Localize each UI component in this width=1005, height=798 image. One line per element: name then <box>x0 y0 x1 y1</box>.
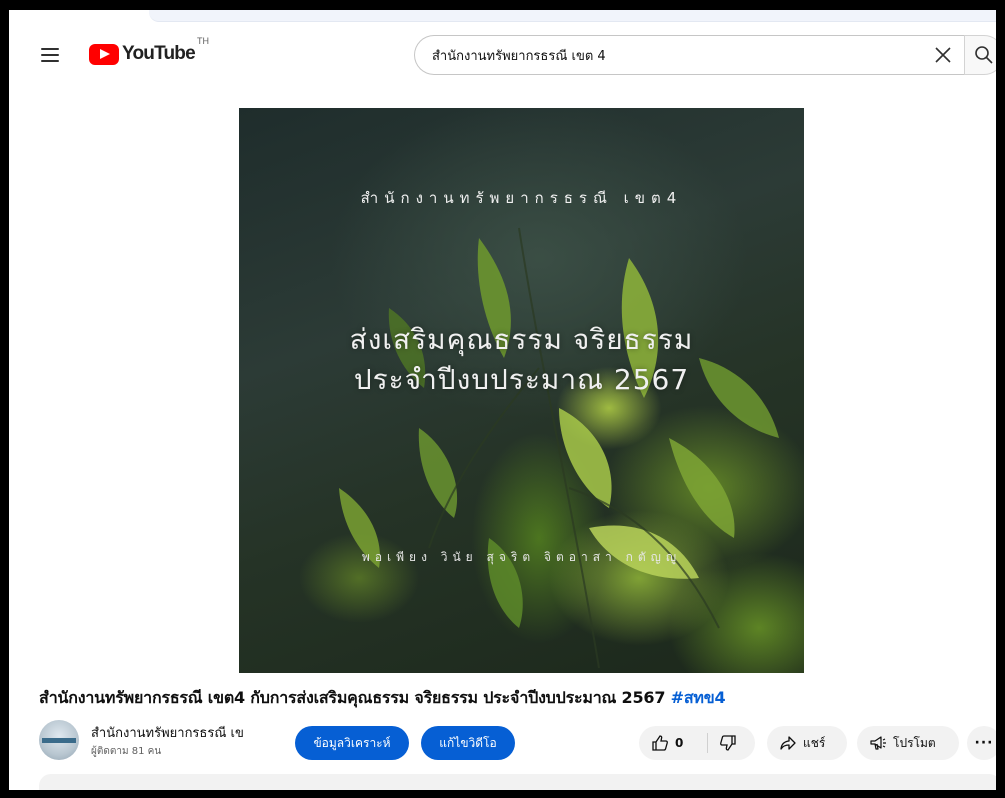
more-icon: ··· <box>974 735 994 751</box>
video-title-text: สำนักงานทรัพยากรธรณี เขต4 กับการส่งเสริม… <box>39 688 666 707</box>
channel-avatar[interactable] <box>39 720 79 760</box>
more-button[interactable]: ··· <box>967 726 996 760</box>
share-icon <box>780 736 796 750</box>
channel-name[interactable]: สำนักงานทรัพยากรธรณี เข <box>91 722 244 743</box>
edit-video-button[interactable]: แก้ไขวิดีโอ <box>421 726 515 760</box>
search-input[interactable] <box>432 47 902 63</box>
dislike-icon[interactable] <box>719 734 737 752</box>
logo-text: YouTube <box>122 43 196 64</box>
share-button[interactable]: แชร์ <box>767 726 847 760</box>
logo-region: TH <box>197 36 209 46</box>
thumbnail-headline-2: ประจำปีงบประมาณ 2567 <box>353 363 690 396</box>
video-player-thumbnail[interactable]: สำนักงานทรัพยากรธรณี เขต4 ส่งเสริมคุณธรร… <box>239 108 804 673</box>
edit-video-button-label: แก้ไขวิดีโอ <box>439 735 497 750</box>
thumbnail-values-text: พอเพียง วินัย สุจริต จิตอาสา กตัญญู <box>361 550 682 564</box>
hashtag-link[interactable]: #สทข4 <box>671 688 726 707</box>
youtube-logo-icon <box>89 43 119 65</box>
video-title: สำนักงานทรัพยากรธรณี เขต4 กับการส่งเสริม… <box>39 686 726 711</box>
thumbnail-headline-1: ส่งเสริมคุณธรรม จริยธรรม <box>349 323 694 356</box>
like-dislike-group: 0 <box>639 726 755 760</box>
thumbnail-org-text: สำนักงานทรัพยากรธรณี เขต4 <box>360 189 683 207</box>
search-icon <box>975 46 993 64</box>
avatar-band <box>42 738 76 743</box>
promote-label: โปรโมต <box>893 735 936 750</box>
share-label: แชร์ <box>803 735 826 750</box>
description-box[interactable] <box>39 774 996 790</box>
menu-icon[interactable] <box>41 48 59 62</box>
promote-button[interactable]: โปรโมต <box>857 726 959 760</box>
search-button[interactable] <box>964 35 996 75</box>
analytics-button[interactable]: ข้อมูลวิเคราะห์ <box>295 726 409 760</box>
like-count: 0 <box>675 736 684 750</box>
like-divider <box>707 733 708 753</box>
browser-top-strip <box>149 10 996 22</box>
promote-icon <box>870 736 886 750</box>
search-box[interactable] <box>414 35 964 75</box>
clear-icon[interactable] <box>934 46 952 64</box>
subscriber-count: ผู้ติดตาม 81 คน <box>91 746 162 757</box>
analytics-button-label: ข้อมูลวิเคราะห์ <box>313 735 391 750</box>
youtube-watch-page: YouTube TH สำนักงานทรัพยากรธรณี เขต 4 สำ… <box>9 10 996 790</box>
like-icon[interactable] <box>651 734 669 752</box>
youtube-logo[interactable]: YouTube TH <box>89 36 209 66</box>
